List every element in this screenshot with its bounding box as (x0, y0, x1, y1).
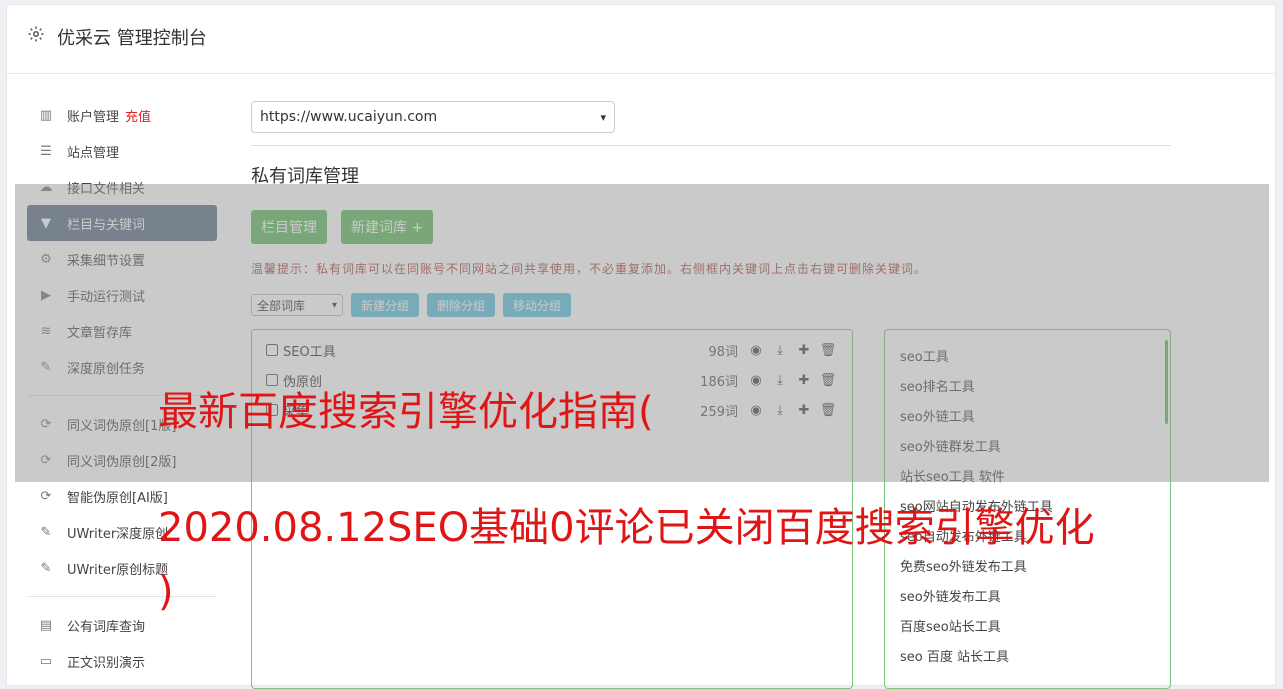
sidebar-item-label: 账户管理 (67, 109, 120, 125)
gear-icon (28, 26, 44, 42)
keyword-item[interactable]: seo外链发布工具 (900, 586, 1001, 605)
bar-chart-icon: ▥ (39, 107, 53, 123)
sidebar-item-label: UWriter原创标题 (67, 562, 169, 578)
book-icon: ▤ (39, 617, 53, 633)
sidebar-item-label: 站点管理 (67, 145, 120, 161)
recharge-link[interactable]: 充值 (125, 106, 151, 125)
app-title: 优采云 管理控制台 (57, 28, 207, 49)
sidebar-item-sites[interactable]: ☰ 站点管理 (27, 133, 217, 169)
sidebar-item-label: UWriter深度原创 (67, 526, 169, 542)
sidebar-item-text-detect[interactable]: ▭ 正文识别演示 (27, 643, 217, 679)
refresh-icon: ⟳ (40, 488, 52, 504)
divider (27, 596, 217, 597)
edit-icon: ✎ (40, 560, 52, 576)
sidebar-item-label: 正文识别演示 (67, 655, 146, 671)
overlay-headline-line2: 2020.08.12SEO基础0评论已关闭百度搜索引擎优化 (158, 505, 1095, 551)
keyword-item[interactable]: 免费seo外链发布工具 (900, 556, 1027, 575)
sidebar-item-label: 智能伪原创[AI版] (67, 490, 168, 506)
sidebar-item-public-lexicon[interactable]: ▤ 公有词库查询 (27, 607, 217, 643)
edit-icon: ✎ (40, 524, 52, 540)
chevron-down-icon: ▾ (600, 110, 606, 124)
site-select-value: https://www.ucaiyun.com (260, 109, 438, 125)
server-icon: ☰ (40, 143, 52, 159)
monitor-icon: ▭ (39, 653, 53, 669)
keyword-item[interactable]: 百度seo站长工具 (900, 616, 1001, 635)
sidebar-item-label: 公有词库查询 (67, 619, 146, 635)
divider (251, 145, 1171, 146)
sidebar-item-account[interactable]: ▥ 账户管理 充值 (27, 97, 217, 133)
sidebar-item-uwriter-title[interactable]: ✎ UWriter原创标题 (27, 550, 217, 586)
site-select[interactable]: https://www.ucaiyun.com ▾ (251, 101, 615, 133)
gray-overlay-band (15, 184, 1269, 482)
overlay-headline-line1: 最新百度搜索引擎优化指南( (158, 389, 654, 435)
keyword-item[interactable]: seo 百度 站长工具 (900, 646, 1009, 665)
header-bar: 优采云 管理控制台 (7, 5, 1275, 74)
overlay-headline-line3: ) (158, 569, 174, 615)
